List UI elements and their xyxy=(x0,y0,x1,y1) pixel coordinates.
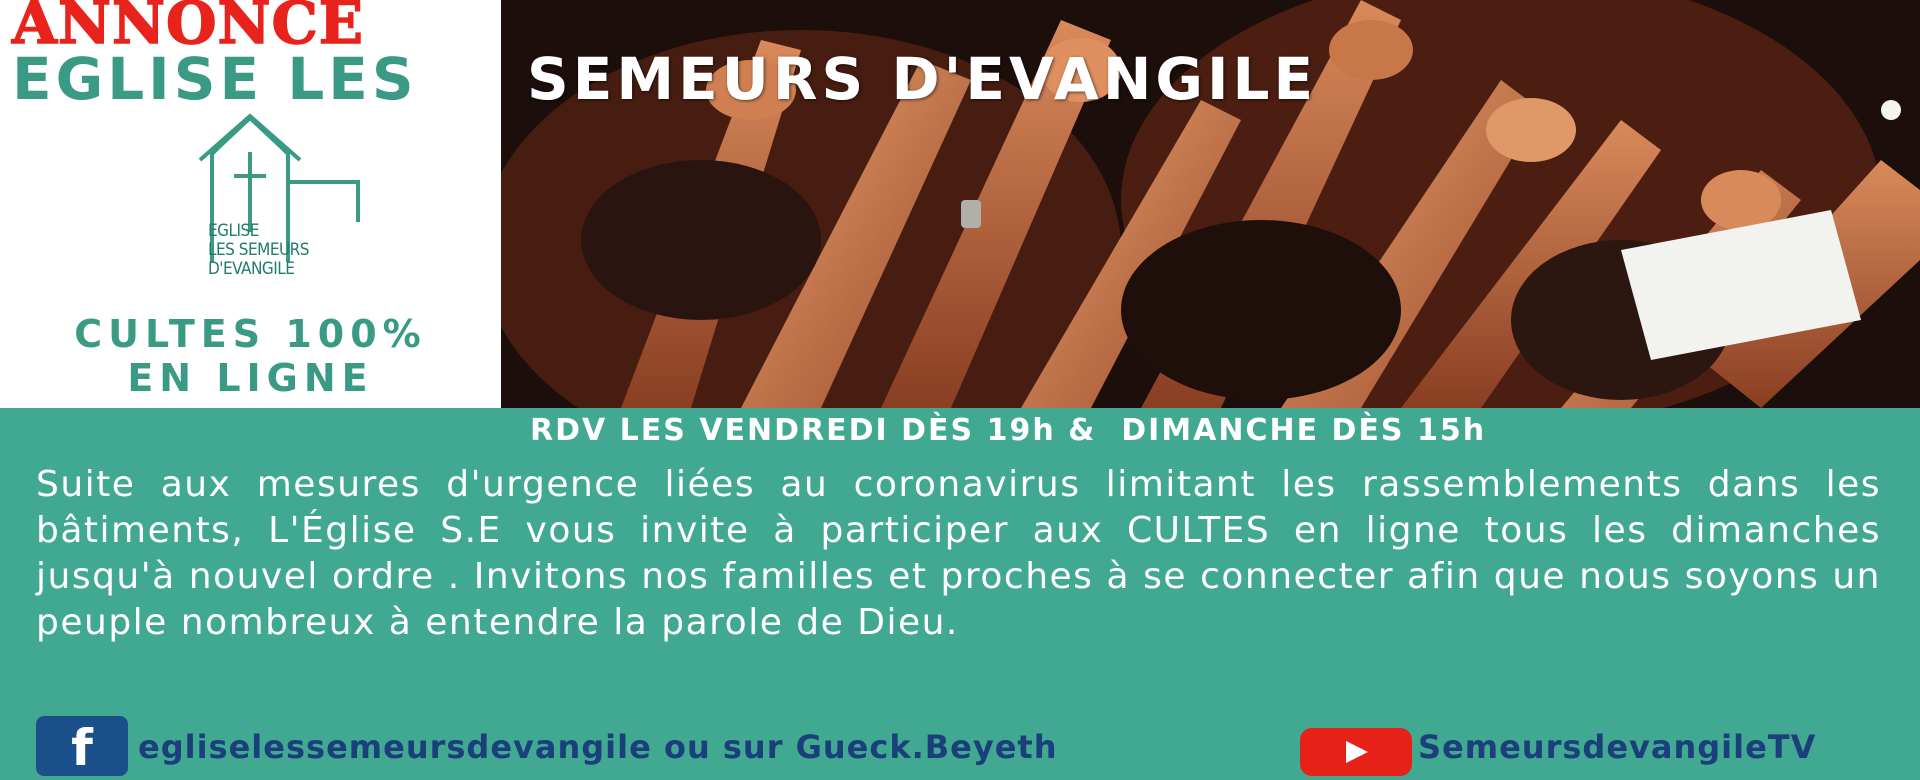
church-name-part1: EGLISE LES xyxy=(12,45,418,113)
logo-text: EGLISE LES SEMEURS D'EVANGILE xyxy=(208,221,310,279)
logo-text-line: D'EVANGILE xyxy=(208,259,295,279)
online-services-line2: EN LIGNE xyxy=(127,356,374,400)
youtube-link[interactable]: SemeursdevangileTV xyxy=(1418,728,1816,766)
logo-text-line: EGLISE xyxy=(208,221,259,241)
youtube-icon[interactable] xyxy=(1300,728,1412,776)
online-services-line1: CULTES 100% xyxy=(74,312,427,356)
play-icon xyxy=(1346,741,1368,763)
church-name-part2: SEMEURS D'EVANGILE xyxy=(527,45,1318,113)
online-services-heading: CULTES 100% EN LIGNE xyxy=(0,312,501,400)
facebook-icon[interactable]: f xyxy=(36,716,128,777)
facebook-link[interactable]: egliselessemeursdevangile ou sur Gueck.B… xyxy=(138,728,1058,766)
logo-text-line: LES SEMEURS xyxy=(208,240,310,260)
schedule-text: RDV LES VENDREDI DÈS 19h & DIMANCHE DÈS … xyxy=(530,413,1487,448)
announcement-body: Suite aux mesures d'urgence liées au cor… xyxy=(36,464,1881,643)
